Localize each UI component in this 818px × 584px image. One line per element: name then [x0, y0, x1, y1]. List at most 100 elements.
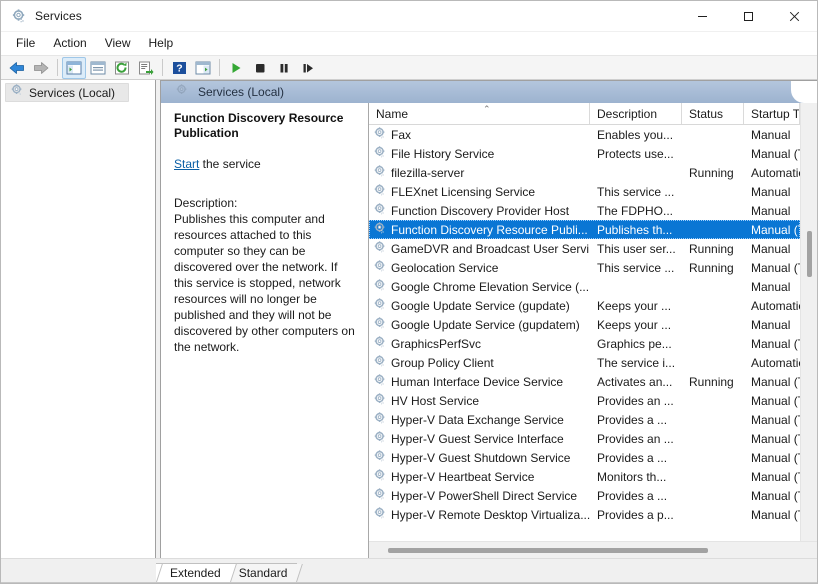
horizontal-scrollbar[interactable]: [369, 541, 817, 558]
service-row[interactable]: Google Update Service (gupdatem) Keeps yo…: [369, 315, 800, 334]
service-row[interactable]: Hyper-V Remote Desktop Virtualiza... Prov…: [369, 505, 800, 524]
service-row[interactable]: filezilla-server Running Automatic: [369, 163, 800, 182]
service-description-cell: Enables you...: [597, 127, 674, 142]
service-row[interactable]: Hyper-V PowerShell Direct Service Provide…: [369, 486, 800, 505]
service-startup-type-cell: Manual: [751, 127, 791, 142]
service-row[interactable]: Geolocation Service This service ... Runni…: [369, 258, 800, 277]
column-header-status[interactable]: Status: [682, 103, 744, 124]
service-row[interactable]: Fax Enables you... Manual: [369, 125, 800, 144]
service-gear-icon: [373, 259, 387, 276]
service-description-cell: This service ...: [597, 184, 675, 199]
show-hide-action-pane-icon[interactable]: [191, 57, 215, 79]
maximize-button[interactable]: [725, 1, 771, 32]
service-description-cell: The service i...: [597, 355, 676, 370]
service-name-label: Hyper-V Remote Desktop Virtualiza...: [391, 507, 590, 522]
service-gear-icon: [373, 278, 387, 295]
service-name-cell: Google Update Service (gupdate): [369, 297, 590, 314]
vertical-scrollbar[interactable]: [800, 103, 817, 541]
service-row[interactable]: Google Chrome Elevation Service (... Manu…: [369, 277, 800, 296]
view-tabs: Extended Standard: [1, 558, 817, 582]
service-startup-type-cell: Manual: [751, 317, 791, 332]
service-detail-panel: Function Discovery Resource Publication …: [161, 103, 369, 558]
service-gear-icon: [373, 373, 387, 390]
services-window: Services File Action View Help ? Service…: [0, 0, 818, 584]
service-row[interactable]: Hyper-V Heartbeat Service Monitors th... M…: [369, 467, 800, 486]
horizontal-scrollbar-thumb[interactable]: [388, 548, 708, 553]
service-startup-type-cell: Manual (Tr: [751, 488, 800, 503]
service-row[interactable]: GameDVR and Broadcast User Servi... This …: [369, 239, 800, 258]
service-row[interactable]: Human Interface Device Service Activates …: [369, 372, 800, 391]
service-name-label: Geolocation Service: [391, 260, 499, 275]
service-gear-icon: [373, 354, 387, 371]
column-header-description[interactable]: Description: [590, 103, 682, 124]
service-description-cell: Keeps your ...: [597, 317, 672, 332]
stop-service-icon[interactable]: [248, 57, 272, 79]
back-icon[interactable]: [5, 57, 29, 79]
minimize-button[interactable]: [679, 1, 725, 32]
service-startup-type-cell: Manual (Tr: [751, 469, 800, 484]
service-name-label: GameDVR and Broadcast User Servi...: [391, 241, 590, 256]
service-description-cell: Provides a ...: [597, 488, 668, 503]
start-service-link[interactable]: Start: [174, 157, 199, 171]
service-row[interactable]: HV Host Service Provides an ... Manual (Tr: [369, 391, 800, 410]
show-hide-tree-icon[interactable]: [62, 56, 86, 79]
service-row[interactable]: Hyper-V Guest Service Interface Provides …: [369, 429, 800, 448]
service-name-label: Function Discovery Provider Host: [391, 203, 570, 218]
service-startup-type-cell: Manual (Tr: [751, 374, 800, 389]
service-startup-type-cell: Manual (Tr: [751, 412, 800, 427]
start-service-icon[interactable]: [224, 57, 248, 79]
service-gear-icon: [373, 468, 387, 485]
service-row[interactable]: Function Discovery Provider Host The FDPH…: [369, 201, 800, 220]
column-header-name-label: Name: [376, 106, 409, 121]
service-row[interactable]: FLEXnet Licensing Service This service ..…: [369, 182, 800, 201]
close-button[interactable]: [771, 1, 817, 32]
service-status-cell: Running: [689, 241, 734, 256]
forward-icon[interactable]: [29, 57, 53, 79]
column-header-startup-type[interactable]: Startup Typ: [744, 103, 800, 124]
export-list-icon[interactable]: [134, 57, 158, 79]
service-detail-title: Function Discovery Resource Publication: [174, 111, 344, 140]
service-row[interactable]: Hyper-V Data Exchange Service Provides a …: [369, 410, 800, 429]
service-gear-icon: [373, 297, 387, 314]
menu-action[interactable]: Action: [44, 33, 95, 54]
column-header-name[interactable]: Name ⌃: [369, 103, 590, 124]
service-row[interactable]: Function Discovery Resource Publi... Publ…: [369, 220, 800, 239]
service-description-cell: Activates an...: [597, 374, 673, 389]
service-gear-icon: [373, 316, 387, 333]
service-name-label: Google Update Service (gupdate): [391, 298, 570, 313]
service-name-cell: Hyper-V Guest Shutdown Service: [369, 449, 590, 466]
service-row[interactable]: Google Update Service (gupdate) Keeps you…: [369, 296, 800, 315]
service-row[interactable]: GraphicsPerfSvc Graphics pe... Manual (Tr: [369, 334, 800, 353]
service-gear-icon: [373, 202, 387, 219]
service-row[interactable]: Group Policy Client The service i... Autom…: [369, 353, 800, 372]
vertical-scrollbar-thumb[interactable]: [807, 231, 812, 277]
service-name-label: FLEXnet Licensing Service: [391, 184, 536, 199]
service-description-cell: Graphics pe...: [597, 336, 672, 351]
tab-extended[interactable]: Extended: [156, 563, 231, 582]
menu-help[interactable]: Help: [140, 33, 183, 54]
refresh-icon[interactable]: [110, 57, 134, 79]
service-name-label: Google Update Service (gupdatem): [391, 317, 580, 332]
service-gear-icon: [373, 430, 387, 447]
help-icon[interactable]: ?: [167, 57, 191, 79]
service-startup-type-cell: Manual (Tr: [751, 393, 800, 408]
service-startup-type-cell: Automatic: [751, 298, 800, 313]
service-name-cell: FLEXnet Licensing Service: [369, 183, 590, 200]
service-startup-type-cell: Manual (Tr: [751, 450, 800, 465]
menu-file[interactable]: File: [7, 33, 44, 54]
status-bar: [1, 582, 817, 583]
service-name-label: Group Policy Client: [391, 355, 494, 370]
service-row[interactable]: File History Service Protects use... Manua…: [369, 144, 800, 163]
list-body: Fax Enables you... Manual File History Serv…: [369, 125, 800, 541]
description-label: Description:: [174, 196, 238, 210]
service-name-cell: Hyper-V Guest Service Interface: [369, 430, 590, 447]
service-row[interactable]: Hyper-V Guest Shutdown Service Provides a…: [369, 448, 800, 467]
tree-item-services-local[interactable]: Services (Local): [5, 83, 129, 102]
restart-service-icon[interactable]: [296, 57, 320, 79]
properties-icon[interactable]: [86, 57, 110, 79]
service-gear-icon: [373, 449, 387, 466]
pause-service-icon[interactable]: [272, 57, 296, 79]
menu-view[interactable]: View: [96, 33, 140, 54]
service-name-label: Hyper-V Heartbeat Service: [391, 469, 535, 484]
service-status-cell: Running: [689, 165, 734, 180]
